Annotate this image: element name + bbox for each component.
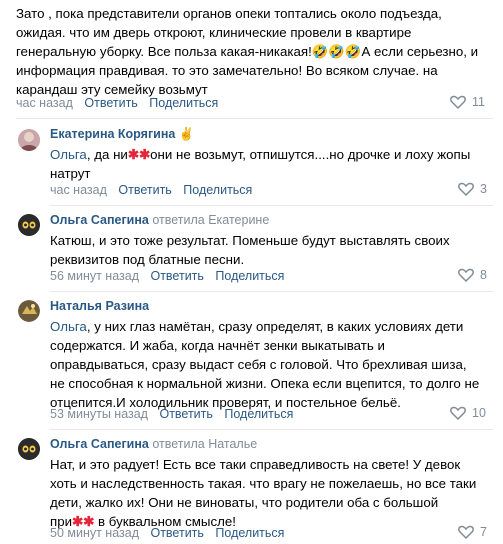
like-count: 8 bbox=[480, 268, 487, 282]
comment-text: Ольга, у них глаз намётан, сразу определ… bbox=[50, 319, 480, 410]
divider bbox=[16, 118, 493, 119]
reply-button[interactable]: Ответить bbox=[118, 183, 171, 197]
heart-icon bbox=[458, 182, 474, 196]
like-count: 10 bbox=[472, 406, 486, 420]
like-button[interactable]: 3 bbox=[458, 182, 487, 196]
reply-button[interactable]: Ответить bbox=[159, 407, 212, 421]
like-count: 3 bbox=[480, 182, 487, 196]
replied-to[interactable]: ответила Наталье bbox=[152, 437, 257, 451]
top-comment-meta: час назад Ответить Поделиться bbox=[16, 96, 218, 110]
comment-time[interactable]: 53 минуты назад bbox=[50, 407, 148, 421]
comment-meta: 53 минуты назад Ответить Поделиться bbox=[50, 407, 293, 421]
heart-icon bbox=[458, 525, 474, 539]
heart-icon bbox=[458, 268, 474, 282]
replied-to[interactable]: ответила Екатерине bbox=[152, 213, 269, 227]
like-count: 11 bbox=[472, 95, 485, 109]
avatar[interactable] bbox=[18, 300, 40, 322]
divider bbox=[50, 429, 493, 430]
author-name[interactable]: Екатерина Корягина ✌ bbox=[50, 127, 194, 142]
censor-mark: ✱✱ bbox=[127, 147, 151, 162]
avatar[interactable] bbox=[18, 214, 40, 236]
top-comment-text: Зато , пока представители органов опеки … bbox=[16, 6, 479, 97]
share-button[interactable]: Поделиться bbox=[149, 96, 218, 110]
comment-time[interactable]: час назад bbox=[50, 183, 107, 197]
share-button[interactable]: Поделиться bbox=[215, 526, 284, 540]
share-button[interactable]: Поделиться bbox=[215, 269, 284, 283]
mention-link[interactable]: Ольга bbox=[50, 319, 87, 334]
author-name[interactable]: Ольга Сапегина ответила Наталье bbox=[50, 437, 257, 451]
reply-button[interactable]: Ответить bbox=[84, 96, 137, 110]
author-name[interactable]: Наталья Разина bbox=[50, 299, 149, 313]
heart-icon bbox=[450, 95, 466, 109]
comment-text: Нат, и это радует! Есть все таки справед… bbox=[50, 457, 477, 529]
avatar[interactable] bbox=[18, 438, 40, 460]
comment-meta: 56 минут назад Ответить Поделиться bbox=[50, 269, 284, 283]
like-button[interactable]: 7 bbox=[458, 525, 487, 539]
comment-meta: 50 минут назад Ответить Поделиться bbox=[50, 526, 284, 540]
comment-text: Ольга, да ни✱✱они не возьмут, отпишутся.… bbox=[50, 147, 471, 181]
heart-icon bbox=[450, 406, 466, 420]
reply-button[interactable]: Ответить bbox=[150, 526, 203, 540]
comment-time[interactable]: 50 минут назад bbox=[50, 526, 139, 540]
share-button[interactable]: Поделиться bbox=[224, 407, 293, 421]
comment-time[interactable]: час назад bbox=[16, 96, 73, 110]
divider bbox=[50, 291, 493, 292]
divider bbox=[50, 205, 493, 206]
like-button[interactable]: 8 bbox=[458, 268, 487, 282]
like-button[interactable]: 11 bbox=[450, 95, 485, 109]
comment-time[interactable]: 56 минут назад bbox=[50, 269, 139, 283]
like-button[interactable]: 10 bbox=[450, 406, 486, 420]
reply-button[interactable]: Ответить bbox=[150, 269, 203, 283]
like-count: 7 bbox=[480, 525, 487, 539]
avatar[interactable] bbox=[18, 129, 40, 151]
author-name[interactable]: Ольга Сапегина ответила Екатерине bbox=[50, 213, 269, 227]
mention-link[interactable]: Ольга bbox=[50, 147, 87, 162]
share-button[interactable]: Поделиться bbox=[183, 183, 252, 197]
hand-icon: ✌ bbox=[178, 127, 195, 141]
comment-text: Катюш, и это тоже результат. Поменьше бу… bbox=[50, 233, 450, 267]
comment-meta: час назад Ответить Поделиться bbox=[50, 183, 252, 197]
